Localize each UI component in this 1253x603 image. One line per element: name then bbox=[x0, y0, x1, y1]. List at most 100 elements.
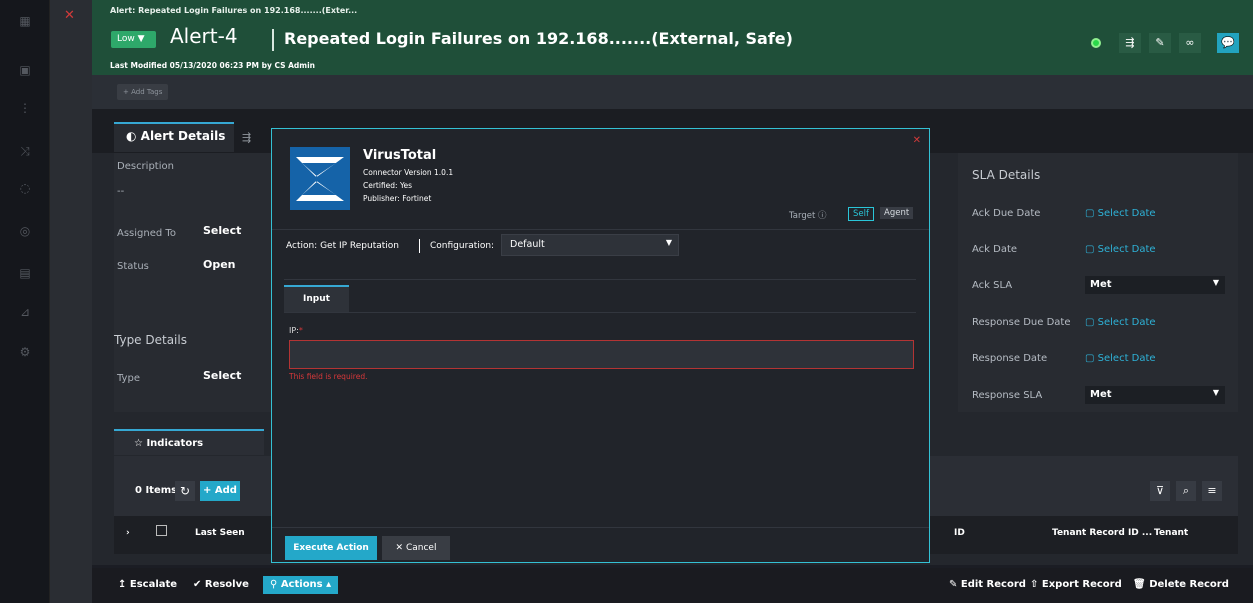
sla-header: SLA Details bbox=[972, 168, 1041, 182]
tab-indicators[interactable]: ☆ Indicators bbox=[114, 429, 264, 455]
divider bbox=[419, 239, 420, 253]
chat-icon[interactable]: 💬 bbox=[1217, 33, 1239, 53]
ip-label: IP:* bbox=[289, 326, 303, 335]
briefcase-icon[interactable]: ▤ bbox=[17, 266, 33, 280]
type-label: Type bbox=[117, 373, 140, 384]
secondary-rail bbox=[50, 0, 92, 603]
dashboard-icon[interactable]: ▣ bbox=[17, 63, 33, 77]
settings-icon[interactable]: ⚙ bbox=[17, 345, 33, 359]
response-sla-select[interactable]: Met ▼ bbox=[1085, 386, 1225, 404]
connector-publisher: Publisher: Fortinet bbox=[363, 194, 432, 203]
sla-label: Response Date bbox=[972, 353, 1048, 364]
add-tags-button[interactable]: + Add Tags bbox=[117, 84, 169, 100]
grid-icon[interactable]: ▦ bbox=[17, 14, 33, 28]
execute-action-button[interactable]: Execute Action bbox=[285, 536, 377, 560]
column-header[interactable]: ID bbox=[954, 528, 965, 538]
type-details-header: Type Details bbox=[114, 333, 187, 347]
target-agent-button[interactable]: Agent bbox=[880, 207, 914, 219]
ip-input[interactable] bbox=[289, 340, 914, 369]
sla-label: Response Due Date bbox=[972, 317, 1071, 328]
connector-version: Connector Version 1.0.1 bbox=[363, 168, 454, 177]
star-icon: ☆ bbox=[134, 438, 147, 449]
items-count: 0 Items bbox=[135, 485, 178, 496]
calendar-icon: ▢ bbox=[1085, 208, 1098, 219]
description-label: Description bbox=[117, 161, 174, 172]
tab-input[interactable]: Input bbox=[284, 285, 349, 312]
column-header[interactable]: Tenant bbox=[1154, 528, 1188, 538]
type-select[interactable]: Select bbox=[203, 369, 241, 382]
caret-down-icon: ▼ bbox=[1212, 388, 1219, 397]
action-name: Action: Get IP Reputation bbox=[286, 241, 400, 251]
close-icon[interactable]: ✕ bbox=[913, 135, 921, 146]
response-due-date-picker[interactable]: ▢ Select Date bbox=[1085, 317, 1156, 328]
cancel-button[interactable]: ✕ Cancel bbox=[382, 536, 450, 560]
caret-down-icon: ▼ bbox=[665, 238, 672, 247]
assigned-select[interactable]: Select bbox=[203, 224, 241, 237]
delete-record-button[interactable]: 🗑 Delete Record bbox=[1126, 576, 1236, 594]
ack-due-date-picker[interactable]: ▢ Select Date bbox=[1085, 208, 1156, 219]
menu-icon[interactable]: ≡ bbox=[1202, 481, 1222, 501]
caret-down-icon: ▼ bbox=[1212, 278, 1219, 287]
apps-icon[interactable]: ⋮ bbox=[17, 101, 33, 115]
status-dot-icon bbox=[1091, 38, 1101, 48]
workflow-icon[interactable]: ⇶ bbox=[1119, 33, 1141, 53]
breadcrumb: Alert: Repeated Login Failures on 192.16… bbox=[110, 6, 358, 15]
tab-alert-details[interactable]: ◐ Alert Details bbox=[114, 122, 234, 152]
alert-id: Alert-4 bbox=[170, 24, 238, 48]
response-date-picker[interactable]: ▢ Select Date bbox=[1085, 353, 1156, 364]
column-header[interactable]: Tenant Record ID ... bbox=[1052, 528, 1152, 538]
info-icon: ◐ bbox=[126, 129, 141, 143]
refresh-icon[interactable]: ↻ bbox=[175, 481, 195, 501]
filter-icon[interactable]: ⊽ bbox=[1150, 481, 1170, 501]
search-icon[interactable]: ⌕ bbox=[1176, 481, 1196, 501]
alert-header: Alert: Repeated Login Failures on 192.16… bbox=[92, 0, 1253, 75]
edit-record-button[interactable]: ✎ Edit Record bbox=[942, 576, 1033, 594]
left-nav-rail: ▦ ▣ ⋮ ⤨ ◌ ◎ ▤ ⊿ ⚙ bbox=[0, 0, 50, 603]
sla-label: Response SLA bbox=[972, 390, 1043, 401]
sla-label: Ack Date bbox=[972, 244, 1018, 255]
resolve-button[interactable]: ✔ Resolve bbox=[186, 576, 256, 594]
status-select[interactable]: Open bbox=[203, 258, 236, 271]
ack-sla-select[interactable]: Met ▼ bbox=[1085, 276, 1225, 294]
chart-icon[interactable]: ⊿ bbox=[17, 305, 33, 319]
error-message: This field is required. bbox=[289, 372, 368, 381]
header-actions: ⇶ ✎ ∞ 💬 bbox=[1091, 33, 1239, 53]
divider bbox=[272, 527, 929, 528]
sla-panel: SLA Details Ack Due Date ▢ Select Date A… bbox=[958, 153, 1238, 412]
severity-dropdown[interactable]: Low ▼ bbox=[111, 31, 156, 48]
shield-icon[interactable]: ◌ bbox=[17, 181, 33, 195]
configuration-select[interactable]: Default ▼ bbox=[501, 234, 679, 256]
tab-label: Alert Details bbox=[140, 129, 226, 143]
app-root: ▦ ▣ ⋮ ⤨ ◌ ◎ ▤ ⊿ ⚙ ✕ Alert: Repeated Logi… bbox=[0, 0, 1253, 603]
target-self-button[interactable]: Self bbox=[848, 207, 874, 221]
link-icon[interactable]: ∞ bbox=[1179, 33, 1201, 53]
assigned-label: Assigned To bbox=[117, 228, 176, 239]
table-tools: ⊽ ⌕ ≡ bbox=[1150, 481, 1222, 501]
calendar-icon: ▢ bbox=[1085, 317, 1098, 328]
select-all-checkbox[interactable] bbox=[156, 525, 167, 536]
add-indicator-button[interactable]: + Add bbox=[200, 481, 240, 501]
last-modified: Last Modified 05/13/2020 06:23 PM by CS … bbox=[110, 61, 315, 70]
close-icon[interactable]: ✕ bbox=[64, 8, 75, 23]
actions-button[interactable]: ⚲ Actions ▴ bbox=[263, 576, 339, 594]
virustotal-logo bbox=[290, 147, 350, 210]
description-value: -- bbox=[117, 186, 125, 197]
configuration-label: Configuration: bbox=[430, 241, 495, 251]
status-label: Status bbox=[117, 261, 149, 272]
compass-icon[interactable]: ◎ bbox=[17, 224, 33, 238]
tags-bar: + Add Tags bbox=[92, 75, 1253, 109]
divider bbox=[272, 229, 929, 230]
calendar-icon: ▢ bbox=[1085, 244, 1098, 255]
export-record-button[interactable]: ⇧ Export Record bbox=[1023, 576, 1129, 594]
footer-bar: ↥ Escalate ✔ Resolve ⚲ Actions ▴ ✎ Edit … bbox=[92, 568, 1253, 603]
sla-label: Ack Due Date bbox=[972, 208, 1041, 219]
ack-date-picker[interactable]: ▢ Select Date bbox=[1085, 244, 1156, 255]
column-header[interactable]: Last Seen bbox=[195, 528, 245, 538]
tab-relations-icon[interactable]: ⇶ bbox=[242, 131, 251, 144]
details-panel: Description -- Assigned To Select Status… bbox=[114, 153, 274, 412]
edit-icon[interactable]: ✎ bbox=[1149, 33, 1171, 53]
divider bbox=[284, 279, 916, 280]
shuffle-icon[interactable]: ⤨ bbox=[17, 144, 33, 158]
expand-icon[interactable]: › bbox=[126, 528, 130, 538]
escalate-button[interactable]: ↥ Escalate bbox=[111, 576, 184, 594]
